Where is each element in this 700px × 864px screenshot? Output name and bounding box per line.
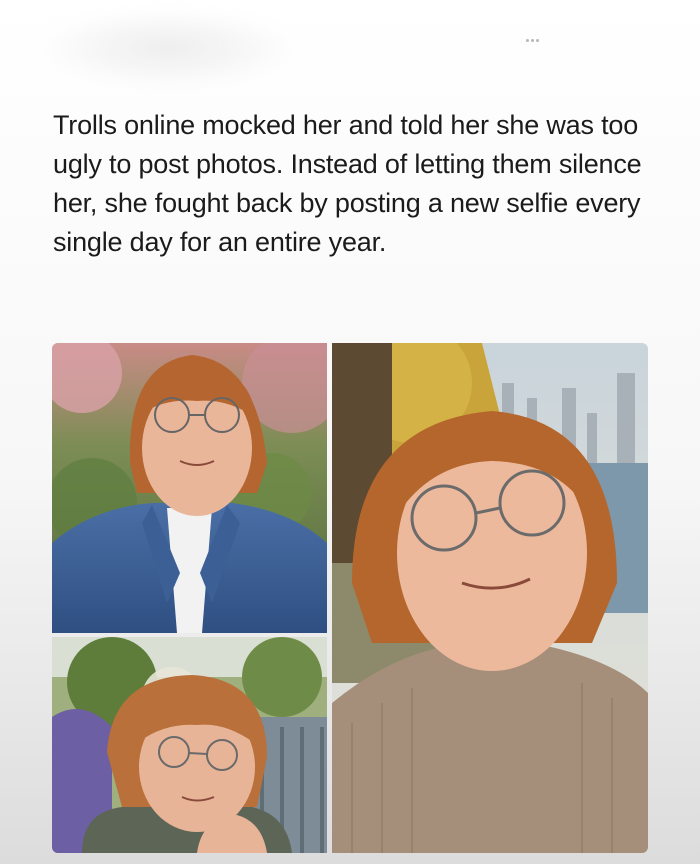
blurred-author-header bbox=[38, 8, 298, 88]
selfie-photo-riverside[interactable] bbox=[332, 343, 648, 853]
selfie-photo-garden[interactable] bbox=[52, 637, 327, 853]
post-text: Trolls online mocked her and told her sh… bbox=[53, 110, 642, 257]
photo-grid bbox=[52, 343, 648, 853]
selfie-photo-denim[interactable] bbox=[52, 343, 327, 633]
more-options-icon[interactable] bbox=[520, 34, 544, 46]
